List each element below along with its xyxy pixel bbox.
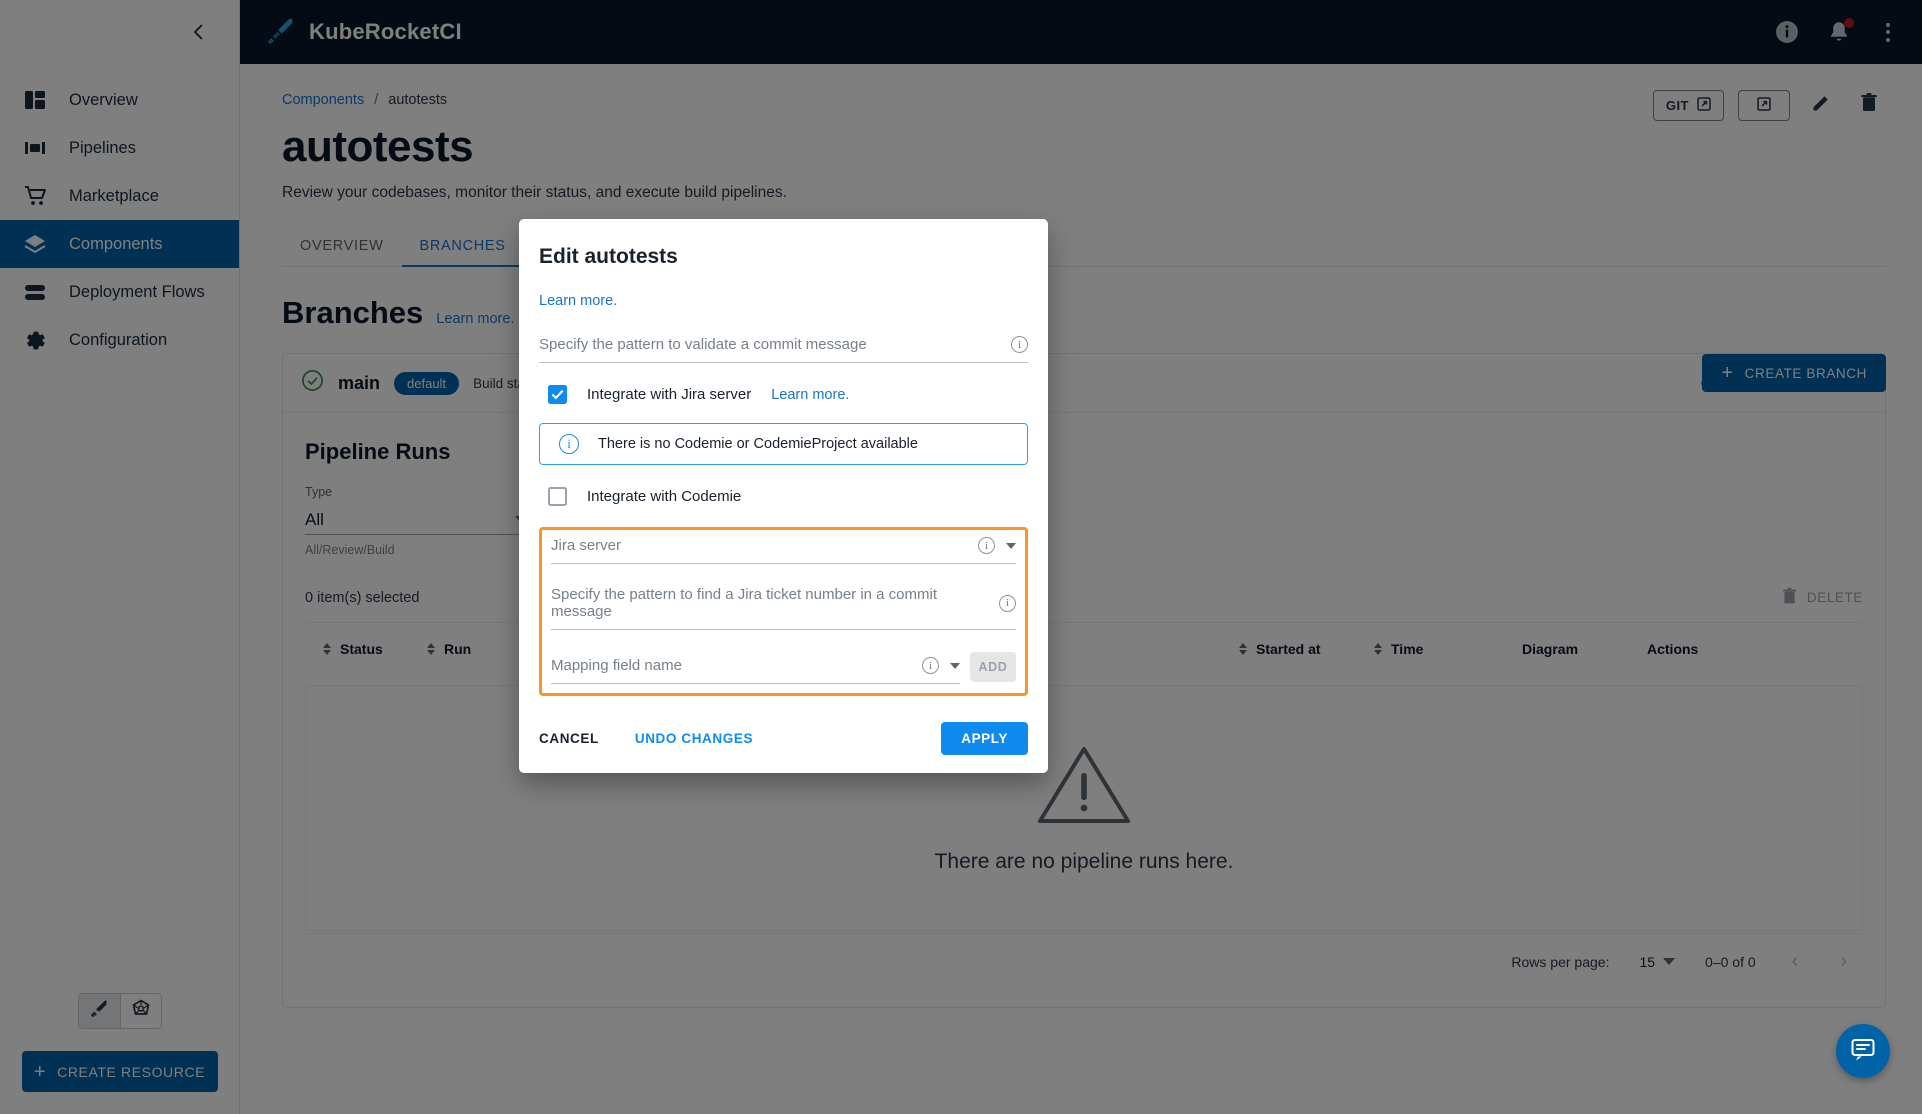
apply-button[interactable]: APPLY	[941, 722, 1028, 755]
codemie-alert: i There is no Codemie or CodemieProject …	[539, 423, 1028, 465]
mapping-field-row: Mapping field name i ADD	[551, 652, 1016, 684]
jira-integration-row: Integrate with Jira server Learn more.	[539, 385, 1028, 404]
info-icon: i	[559, 434, 579, 454]
modal-learn-more-link[interactable]: Learn more.	[539, 293, 1028, 309]
commit-pattern-input[interactable]: Specify the pattern to validate a commit…	[539, 336, 1028, 363]
add-mapping-button[interactable]: ADD	[970, 652, 1016, 682]
jira-learn-more-link[interactable]: Learn more.	[771, 387, 849, 403]
edit-component-modal: Edit autotests Learn more. Specify the p…	[519, 219, 1048, 773]
jira-ticket-pattern-field: Specify the pattern to find a Jira ticke…	[551, 586, 1016, 630]
jira-server-field: Jira server i	[551, 537, 1016, 564]
jira-server-placeholder: Jira server	[551, 537, 622, 554]
modal-footer: CANCEL UNDO CHANGES APPLY	[539, 722, 1028, 755]
info-icon[interactable]: i	[922, 657, 939, 674]
app-root: Overview Pipelines Marketplace	[0, 0, 1922, 1114]
codemie-integration-label: Integrate with Codemie	[587, 488, 742, 505]
mapping-field-name-placeholder: Mapping field name	[551, 657, 682, 674]
codemie-integration-checkbox[interactable]	[548, 487, 567, 506]
modal-title: Edit autotests	[539, 245, 678, 268]
chat-fab-button[interactable]	[1836, 1024, 1890, 1078]
cancel-button[interactable]: CANCEL	[539, 731, 599, 746]
jira-settings-highlight-group: Jira server i Specify the pattern to fin…	[539, 527, 1028, 696]
commit-pattern-placeholder: Specify the pattern to validate a commit…	[539, 336, 867, 353]
jira-ticket-pattern-input[interactable]: Specify the pattern to find a Jira ticke…	[551, 586, 1016, 630]
check-icon	[551, 389, 564, 400]
info-icon[interactable]: i	[999, 594, 1016, 612]
jira-integration-checkbox[interactable]	[548, 385, 567, 404]
jira-server-select[interactable]: Jira server i	[551, 537, 1016, 564]
chevron-down-icon[interactable]	[950, 662, 960, 669]
chat-icon	[1850, 1036, 1876, 1067]
jira-integration-label: Integrate with Jira server	[587, 386, 752, 403]
jira-ticket-pattern-placeholder: Specify the pattern to find a Jira ticke…	[551, 586, 938, 620]
undo-changes-button[interactable]: UNDO CHANGES	[635, 731, 753, 746]
mapping-field-name-select[interactable]: Mapping field name i	[551, 657, 960, 684]
codemie-alert-text: There is no Codemie or CodemieProject av…	[598, 436, 918, 452]
mapping-field-name-field: Mapping field name i ADD	[551, 652, 1016, 684]
info-icon[interactable]: i	[978, 537, 995, 554]
chevron-down-icon[interactable]	[1006, 542, 1016, 549]
commit-pattern-field: Specify the pattern to validate a commit…	[539, 336, 1028, 363]
info-icon[interactable]: i	[1011, 336, 1028, 353]
codemie-integration-row: Integrate with Codemie	[539, 487, 1028, 506]
